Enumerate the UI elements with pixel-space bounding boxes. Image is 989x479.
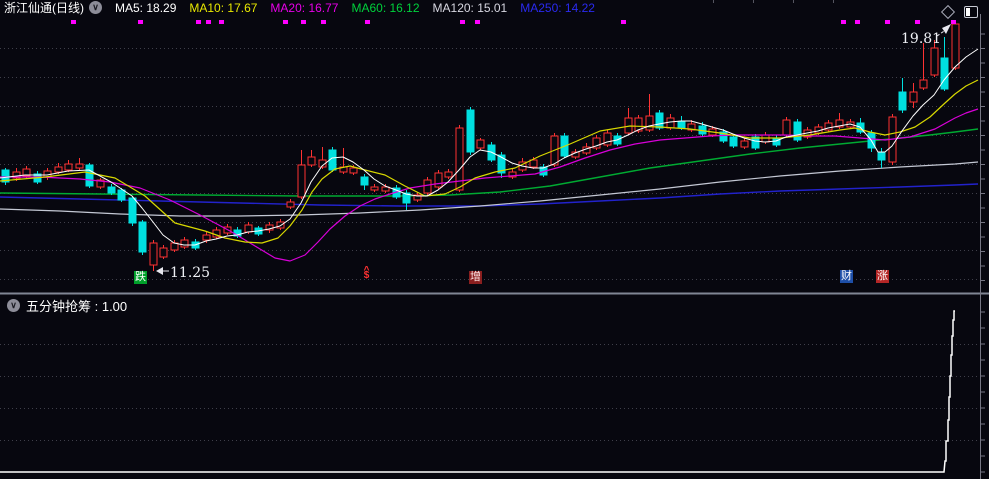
candle [951, 23, 960, 69]
signal-badge-$: ^ $ [363, 265, 370, 281]
signal-badge-涨: 涨 [876, 270, 889, 283]
ma250-label: MA250: 14.22 [520, 0, 595, 15]
candle [64, 163, 73, 171]
ma120-label: MA120: 15.01 [432, 0, 508, 15]
candle [360, 176, 369, 186]
candle [423, 179, 432, 194]
candle [793, 121, 802, 141]
candle [307, 156, 316, 166]
chart-canvas[interactable]: 19.81 11.25 [0, 0, 989, 479]
candle [740, 140, 749, 148]
ma20-label: MA20: 16.77 [270, 0, 339, 15]
candle [202, 234, 211, 241]
chevron-down-icon[interactable]: ∨ [89, 1, 102, 14]
candle [117, 189, 126, 201]
low-arrow-head [156, 267, 163, 275]
candle [180, 239, 189, 248]
candle [898, 91, 907, 111]
candle [286, 201, 295, 208]
sub-indicator-line [0, 310, 955, 473]
signal-badge-财: 财 [840, 270, 853, 283]
candle [930, 47, 939, 76]
candle [782, 119, 791, 136]
signal-dot [460, 20, 465, 24]
sub-chart-header: ∨ 五分钟抢筹 : 1.00 [7, 296, 127, 315]
candle [54, 166, 63, 173]
candle [940, 57, 949, 90]
candle [75, 163, 84, 169]
signal-dot [915, 20, 920, 24]
ma-line-ma10 [0, 79, 979, 244]
top-right-tools [940, 4, 978, 20]
diamond-icon[interactable] [940, 4, 956, 20]
high-arrow-head [942, 24, 951, 34]
candle [244, 224, 253, 233]
signal-dot [321, 20, 326, 24]
signal-dot [71, 20, 76, 24]
low-price-label: 11.25 [170, 265, 210, 281]
candle [751, 136, 760, 149]
candle [370, 186, 379, 191]
candle [729, 136, 738, 147]
candle [297, 164, 306, 198]
candle [909, 91, 918, 103]
candle [107, 186, 116, 194]
candle [919, 79, 928, 89]
high-price-label: 19.81 [901, 31, 941, 47]
ma60-label: MA60: 16.12 [351, 0, 420, 15]
candle [128, 197, 137, 224]
candle [476, 139, 485, 149]
candle [529, 159, 538, 168]
sub-indicator-label: 五分钟抢筹 : 1.00 [26, 299, 128, 314]
ma10-label: MA10: 17.67 [189, 0, 258, 15]
candle [349, 167, 358, 174]
candle [645, 115, 654, 131]
signal-dot [301, 20, 306, 24]
candle [149, 242, 158, 266]
main-chart-header: 浙江仙通(日线) ∨ MA5: 18.29 MA10: 17.67 MA20: … [4, 0, 595, 16]
signal-dot [951, 20, 956, 24]
candle [85, 164, 94, 187]
signal-dot [196, 20, 201, 24]
candle [466, 109, 475, 153]
signal-dot [621, 20, 626, 24]
ma-line-ma60 [0, 128, 979, 197]
signal-badge-增: 增 [469, 271, 482, 284]
ma5-label: MA5: 18.29 [115, 0, 177, 15]
candle [877, 152, 886, 161]
signal-dot [841, 20, 846, 24]
signal-dot [855, 20, 860, 24]
candle [159, 247, 168, 258]
signal-dot [885, 20, 890, 24]
signal-dot [206, 20, 211, 24]
signal-dot [365, 20, 370, 24]
candle [434, 172, 443, 188]
split-window-icon[interactable] [964, 6, 978, 18]
candle [677, 121, 686, 129]
signal-dot [475, 20, 480, 24]
chevron-down-icon[interactable]: ∨ [7, 299, 20, 312]
candle [666, 117, 675, 129]
chart-title: 浙江仙通(日线) [4, 1, 84, 15]
candle [276, 221, 285, 229]
candle [655, 112, 664, 129]
candle [444, 171, 453, 178]
signal-dot [283, 20, 288, 24]
signal-dot [138, 20, 143, 24]
stock-chart-window: 19.81 11.25 浙江仙通(日线) ∨ MA5: 18.29 MA10: 1… [0, 0, 989, 479]
signal-dot [219, 20, 224, 24]
signal-badge-跌: 跌 [134, 271, 147, 284]
candle [138, 221, 147, 253]
chart-title-group: 浙江仙通(日线) ∨ [4, 0, 102, 16]
